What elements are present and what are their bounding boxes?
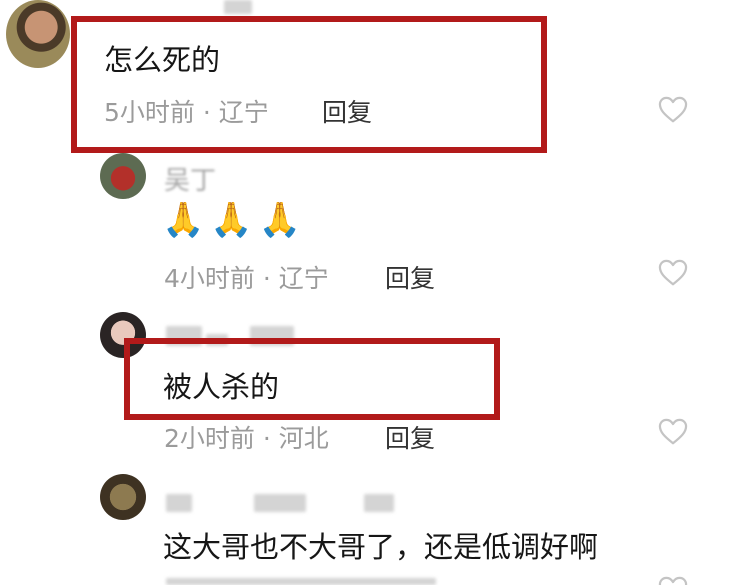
comment-text: 这大哥也不大哥了，还是低调好啊 (163, 530, 599, 564)
avatar[interactable] (100, 153, 146, 199)
comment-time: 2小时前 (164, 424, 255, 453)
comment-location: 河北 (278, 424, 329, 453)
meta-separator: · (262, 424, 271, 453)
comment-location: 辽宁 (278, 264, 329, 293)
avatar[interactable] (100, 474, 146, 520)
like-button[interactable] (658, 259, 688, 287)
highlight-box (124, 338, 500, 420)
like-button[interactable] (658, 576, 688, 585)
heart-outline-icon (658, 418, 688, 445)
blurred-username (224, 0, 252, 14)
heart-outline-icon (658, 576, 688, 585)
highlight-box (71, 16, 547, 153)
blurred-username (364, 494, 394, 512)
avatar[interactable] (6, 0, 70, 68)
like-button[interactable] (658, 418, 688, 446)
like-button[interactable] (658, 96, 688, 124)
blurred-username (254, 494, 306, 512)
reply-button[interactable]: 回复 (385, 419, 435, 455)
comment-time: 4小时前 (164, 264, 255, 293)
meta-separator: · (262, 264, 271, 293)
heart-outline-icon (658, 259, 688, 286)
heart-outline-icon (658, 96, 688, 123)
reply-username[interactable]: 吴丁 (164, 160, 216, 197)
cut-off-meta (166, 578, 436, 585)
reply-button[interactable]: 回复 (385, 259, 435, 295)
comment-text: 🙏🙏🙏 (162, 200, 308, 240)
blurred-username (166, 494, 192, 512)
comment-meta: 2小时前 · 河北 (164, 419, 329, 455)
comment-meta: 4小时前 · 辽宁 (164, 259, 329, 295)
